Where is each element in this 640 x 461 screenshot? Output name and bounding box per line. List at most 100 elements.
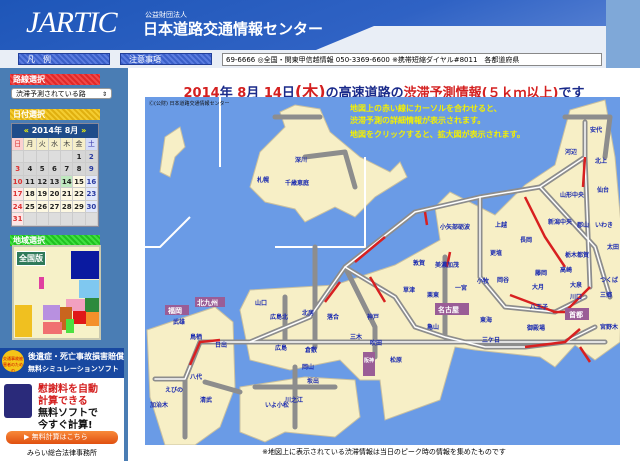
weekday-row: 日月火水木金土 xyxy=(12,138,98,151)
map-label: 三郷 xyxy=(600,291,612,299)
map-label: 岡谷 xyxy=(497,276,510,284)
calendar-day[interactable]: 27 xyxy=(48,200,62,213)
map-label: 一宮 xyxy=(455,284,467,292)
map-label: 武雄 xyxy=(173,318,185,326)
calendar-day[interactable]: 25 xyxy=(24,200,37,213)
map-label: 高崎 xyxy=(560,266,572,274)
play-icon: ▶ xyxy=(24,433,32,441)
calendar-day: 8 xyxy=(73,163,86,176)
calendar-day[interactable]: 15 xyxy=(73,175,86,188)
next-month-button[interactable]: » xyxy=(81,126,86,135)
map-label: 郡山 xyxy=(576,221,589,229)
map-label: 日出 xyxy=(215,341,227,349)
advertisement[interactable]: 交通事故被害者のための 後遺症・死亡事故損害賠償 無料シミュレーションソフト 慰… xyxy=(0,348,124,461)
header-wedge xyxy=(316,26,606,50)
info-line3: 地図をクリックすると、拡大図が表示されます。 xyxy=(350,129,525,139)
calendar-empty xyxy=(61,150,74,163)
calendar-month: 2014年 8月 xyxy=(31,126,79,135)
calendar-day[interactable]: 18 xyxy=(24,188,37,201)
prev-month-button[interactable]: « xyxy=(24,126,29,135)
map-label: 岡山 xyxy=(302,363,314,371)
calendar-day[interactable]: 31 xyxy=(12,213,25,226)
calendar-empty xyxy=(61,213,74,226)
region-chugoku[interactable] xyxy=(43,305,60,320)
region-tohoku[interactable] xyxy=(79,280,99,298)
calendar-day: 9 xyxy=(85,163,98,176)
calendar-week: 17 18 19 20 21 22 23 xyxy=(12,188,98,201)
map-label: 山口 xyxy=(255,299,267,307)
calendar-day: 12 xyxy=(36,175,49,188)
national-button[interactable]: 全国版 xyxy=(16,251,46,266)
calendar-day[interactable]: 17 xyxy=(12,188,25,201)
nav-bar: 凡 例 注意事項 69-6666 ◎全国・関東甲信越情報 050-3369-66… xyxy=(0,50,606,68)
region-shikoku[interactable] xyxy=(43,322,62,334)
calendar-day[interactable]: 19 xyxy=(36,188,49,201)
notes-button[interactable]: 注意事項 xyxy=(120,53,212,65)
legend-button[interactable]: 凡 例 xyxy=(18,53,110,65)
calendar-empty xyxy=(24,213,37,226)
route-select[interactable]: 渋滞予測されている路 ⇕ xyxy=(11,88,112,99)
calendar-empty xyxy=(48,213,62,226)
calendar-day[interactable]: 24 xyxy=(12,200,25,213)
region-map[interactable]: 全国版 xyxy=(12,245,101,340)
map-label: 宮野木 xyxy=(600,323,619,331)
calendar-week: 3456789 xyxy=(12,163,98,176)
calendar-day[interactable]: 14 xyxy=(61,175,74,188)
region-okinawa[interactable] xyxy=(39,277,44,289)
calendar-empty xyxy=(85,213,98,226)
map-label: 大月 xyxy=(532,283,544,291)
weekday-label: 月 xyxy=(24,138,37,151)
route-select-value: 渋滞予測されている路 xyxy=(16,90,86,98)
weekday-label: 水 xyxy=(48,138,62,151)
calendar-grid: 日月火水木金土 1 2 3 4 5 6 7 8 9 10 11 12 13 14 15 16 17 18 19 20 21… xyxy=(12,138,98,226)
map-label: 八代 xyxy=(189,373,202,381)
map-label: 亀山 xyxy=(426,323,439,331)
calendar-day: 3 xyxy=(12,163,25,176)
map-label: 吹田 xyxy=(370,339,382,347)
map-label: 東海 xyxy=(480,316,492,324)
calendar-day[interactable]: 20 xyxy=(48,188,62,201)
region-kansai[interactable] xyxy=(66,319,74,333)
map-label: 河辺 xyxy=(565,148,577,156)
map-label: 三木 xyxy=(350,333,363,341)
calendar-day[interactable]: 30 xyxy=(85,200,98,213)
region-kyushu[interactable] xyxy=(15,305,32,337)
calendar-week: 31 xyxy=(12,213,98,226)
region-tokai[interactable] xyxy=(86,312,99,326)
calendar-week: 12 xyxy=(12,150,98,163)
box-hanshin[interactable] xyxy=(363,352,375,376)
calendar-day[interactable]: 29 xyxy=(73,200,86,213)
sidebar: 路線選択 渋滞予測されている路 ⇕ 日付選択 « 2014年 8月 » 日月火水木… xyxy=(0,68,128,461)
weekday-label: 日 xyxy=(12,138,25,151)
calendar-week: 24 25 26 27 28 29 30 xyxy=(12,200,98,213)
label-fukuoka: 福岡 xyxy=(167,306,182,315)
map-label: 北上 xyxy=(595,157,607,165)
calendar-day: 5 xyxy=(36,163,49,176)
map-label: 広島北 xyxy=(270,313,288,321)
calendar-day[interactable]: 26 xyxy=(36,200,49,213)
region-hokkaido[interactable] xyxy=(71,251,99,279)
map-label: 美濃加茂 xyxy=(434,261,459,269)
map-label: 太田 xyxy=(606,243,619,251)
ad-calc-button[interactable]: ▶ 無料計算はこちら xyxy=(6,431,118,444)
info-line2: 渋滞予測の詳細情報が表示されます。 xyxy=(350,115,485,125)
calendar-day[interactable]: 28 xyxy=(61,200,74,213)
region-kanto[interactable] xyxy=(85,298,99,312)
congestion-map[interactable]: 名古屋 首都 阪神 北九州 福岡 札幌 千歳恵庭 深川 安代 河辺 北上 仙台 … xyxy=(145,97,620,445)
calendar-empty xyxy=(36,150,49,163)
jartic-logo[interactable]: JARTIC xyxy=(26,6,118,40)
map-label: 更埴 xyxy=(490,249,502,257)
ad-button-label: 無料計算はこちら xyxy=(31,433,88,441)
calendar-day[interactable]: 22 xyxy=(73,188,86,201)
calendar-day[interactable]: 21 xyxy=(61,188,74,201)
calendar-day: 11 xyxy=(24,175,37,188)
calendar-day[interactable]: 23 xyxy=(85,188,98,201)
calendar-day: 10 xyxy=(12,175,25,188)
select-arrows-icon: ⇕ xyxy=(101,91,107,98)
map-label: 小矢部砺波 xyxy=(439,223,471,231)
right-margin xyxy=(606,0,640,68)
calendar-day[interactable]: 16 xyxy=(85,175,98,188)
map-label: 敦賀 xyxy=(413,259,425,267)
map-label: 清武 xyxy=(200,396,212,404)
region-chubu[interactable] xyxy=(73,311,86,324)
